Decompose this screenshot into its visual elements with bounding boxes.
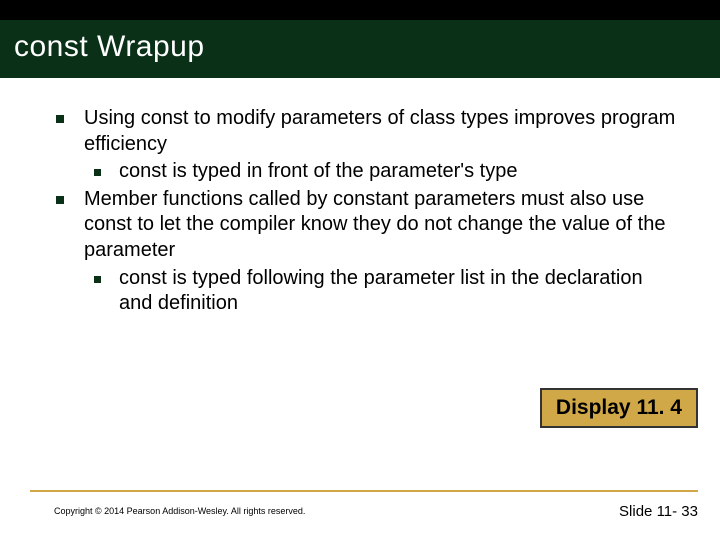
copyright-text: Copyright © 2014 Pearson Addison-Wesley.… <box>54 506 305 516</box>
content-area: Using const to modify parameters of clas… <box>0 78 720 317</box>
square-bullet-icon <box>94 276 101 283</box>
square-bullet-icon <box>56 115 64 123</box>
slide-title: const Wrapup <box>14 30 720 64</box>
square-bullet-icon <box>56 196 64 204</box>
title-bar: const Wrapup <box>0 0 720 78</box>
slide: const Wrapup Using const to modify param… <box>0 0 720 540</box>
bullet-text: const is typed in front of the parameter… <box>119 159 680 185</box>
bullet-item: Using const to modify parameters of clas… <box>56 106 680 157</box>
bullet-text: const is typed following the parameter l… <box>119 266 680 317</box>
bullet-item: const is typed following the parameter l… <box>94 266 680 317</box>
footer-divider <box>30 490 698 492</box>
display-link-button[interactable]: Display 11. 4 <box>540 388 698 428</box>
bullet-item: const is typed in front of the parameter… <box>94 159 680 185</box>
slide-number: Slide 11- 33 <box>619 503 698 520</box>
square-bullet-icon <box>94 169 101 176</box>
bullet-text: Member functions called by constant para… <box>84 187 680 264</box>
bullet-item: Member functions called by constant para… <box>56 187 680 264</box>
bullet-text: Using const to modify parameters of clas… <box>84 106 680 157</box>
